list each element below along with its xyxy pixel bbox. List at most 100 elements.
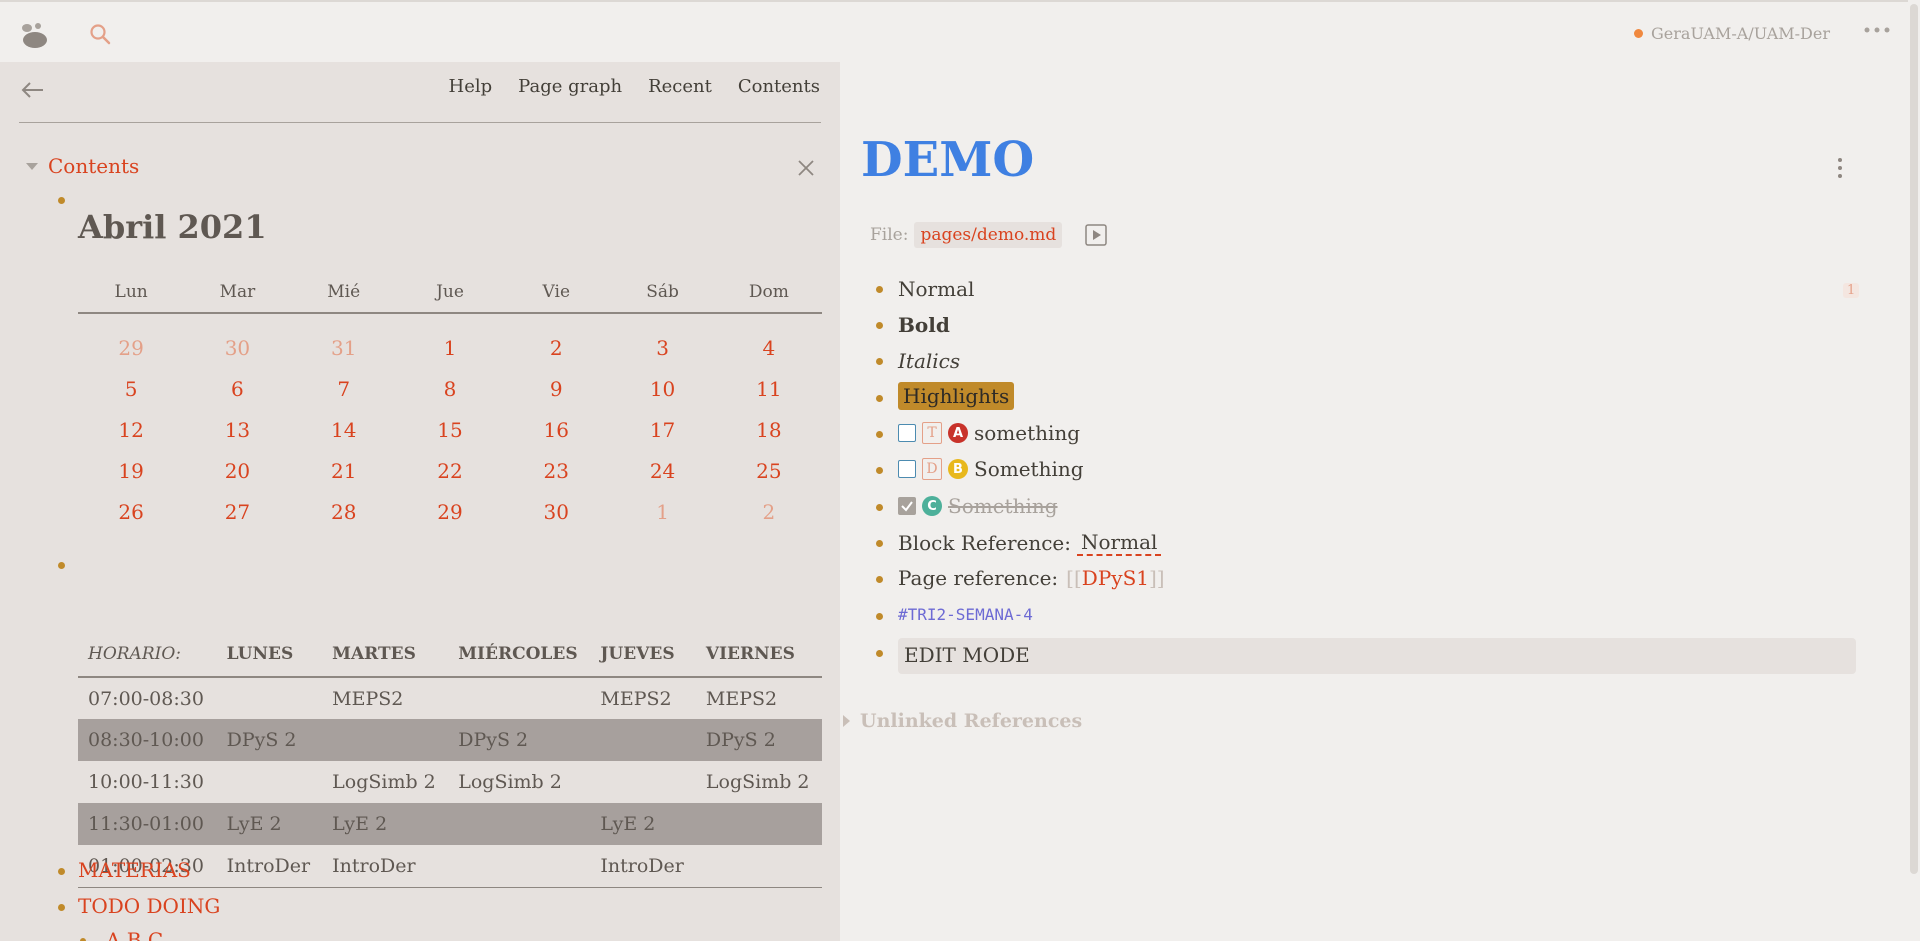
priority-b-badge[interactable]: B (948, 459, 968, 479)
block-bullet[interactable] (876, 650, 883, 657)
calendar-day[interactable]: 2 (716, 492, 822, 533)
link-abc[interactable]: A B C (106, 928, 163, 941)
right-sidebar: Help Page graph Recent Contents Contents… (0, 62, 840, 941)
calendar-day[interactable]: 22 (397, 451, 503, 492)
unlinked-references-toggle[interactable]: Unlinked References (843, 710, 1082, 732)
page-more-icon[interactable] (1836, 156, 1844, 180)
file-path-link[interactable]: pages/demo.md (914, 222, 1063, 248)
done-checkbox[interactable] (898, 497, 916, 515)
calendar-day[interactable]: 26 (78, 492, 184, 533)
todo-marker[interactable]: T (922, 422, 942, 444)
block-bold[interactable]: Bold (898, 313, 950, 337)
calendar-day[interactable]: 28 (291, 492, 397, 533)
nav-recent[interactable]: Recent (648, 76, 712, 97)
block-bullet[interactable] (876, 540, 883, 547)
calendar-day[interactable]: 12 (78, 410, 184, 451)
calendar-day[interactable]: 3 (609, 328, 715, 369)
contents-header[interactable]: Contents (26, 154, 139, 178)
block-bullet[interactable] (876, 395, 883, 402)
tag-link[interactable]: #TRI2-SEMANA-4 (898, 605, 1033, 624)
calendar-day[interactable]: 6 (184, 369, 290, 410)
calendar-day[interactable]: 30 (184, 328, 290, 369)
page-ref-link[interactable]: DPyS1 (1082, 566, 1149, 590)
priority-c-badge[interactable]: C (922, 496, 942, 516)
search-icon[interactable] (88, 22, 114, 48)
calendar-day[interactable]: 27 (184, 492, 290, 533)
calendar-day[interactable]: 1 (397, 328, 503, 369)
nav-page-graph[interactable]: Page graph (518, 76, 622, 97)
nav-contents[interactable]: Contents (738, 76, 820, 97)
block-page-reference[interactable]: Page reference: [[ DPyS1 ]] (898, 566, 1165, 590)
block-bullet[interactable] (58, 868, 65, 875)
calendar-day[interactable]: 13 (184, 410, 290, 451)
block-bullet[interactable] (876, 576, 883, 583)
todo-checkbox[interactable] (898, 460, 916, 478)
block-doing-b[interactable]: D B Something (898, 457, 1084, 481)
calendar-day[interactable]: 9 (503, 369, 609, 410)
block-bullet[interactable] (876, 467, 883, 474)
link-todo-doing[interactable]: TODO DOING (78, 894, 220, 918)
calendar-day[interactable]: 1 (609, 492, 715, 533)
calendar-day[interactable]: 15 (397, 410, 503, 451)
calendar-day[interactable]: 30 (503, 492, 609, 533)
link-materias[interactable]: MATERIAS (78, 858, 191, 882)
block-bullet[interactable] (876, 431, 883, 438)
calendar-day[interactable]: 5 (78, 369, 184, 410)
calendar-day[interactable]: 25 (716, 451, 822, 492)
calendar-day[interactable]: 10 (609, 369, 715, 410)
calendar-day[interactable]: 23 (503, 451, 609, 492)
back-arrow-icon[interactable] (20, 80, 46, 100)
calendar-day[interactable]: 2 (503, 328, 609, 369)
page-title[interactable]: DEMO (861, 132, 1034, 188)
block-block-reference[interactable]: Block Reference: Normal (898, 530, 1162, 556)
close-icon[interactable] (796, 158, 816, 178)
expand-triangle-icon[interactable] (843, 715, 850, 727)
calendar-day[interactable]: 17 (609, 410, 715, 451)
block-bullet[interactable] (58, 562, 65, 569)
block-bullet[interactable] (876, 286, 883, 293)
block-bullet[interactable] (58, 904, 65, 911)
nav-help[interactable]: Help (449, 76, 493, 97)
calendar-day[interactable]: 29 (78, 328, 184, 369)
block-bullet[interactable] (876, 358, 883, 365)
play-icon[interactable] (1084, 223, 1108, 247)
calendar-day[interactable]: 14 (291, 410, 397, 451)
calendar-day[interactable]: 18 (716, 410, 822, 451)
block-bullet[interactable] (876, 504, 883, 511)
logseq-logo-icon[interactable] (18, 20, 52, 50)
block-todo-a[interactable]: T A something (898, 421, 1080, 445)
calendar-day[interactable]: 7 (291, 369, 397, 410)
repo-indicator[interactable]: GeraUAM-A/UAM-Der (1634, 24, 1830, 43)
collapse-triangle-icon[interactable] (26, 162, 38, 170)
block-normal[interactable]: Normal (898, 277, 974, 301)
calendar-day[interactable]: 19 (78, 451, 184, 492)
calendar-day[interactable]: 11 (716, 369, 822, 410)
schedule-row: 11:30-01:00 LyE 2 LyE 2 LyE 2 (78, 803, 822, 845)
reference-count-badge[interactable]: 1 (1843, 283, 1860, 298)
block-done-c[interactable]: C Something (898, 494, 1058, 518)
scrollbar[interactable] (1908, 0, 1920, 941)
todo-checkbox[interactable] (898, 424, 916, 442)
more-icon[interactable] (1862, 20, 1892, 40)
calendar-day[interactable]: 16 (503, 410, 609, 451)
block-italics[interactable]: Italics (898, 349, 960, 373)
scrollbar-thumb[interactable] (1910, 4, 1918, 874)
calendar-day[interactable]: 21 (291, 451, 397, 492)
priority-a-badge[interactable]: A (948, 423, 968, 443)
contents-title[interactable]: Contents (48, 154, 139, 178)
block-tag[interactable]: #TRI2-SEMANA-4 (898, 605, 1033, 624)
calendar-day[interactable]: 31 (291, 328, 397, 369)
calendar-day[interactable]: 29 (397, 492, 503, 533)
doing-marker[interactable]: D (922, 458, 942, 480)
block-highlights[interactable]: Highlights (898, 382, 1015, 410)
calendar-day[interactable]: 4 (716, 328, 822, 369)
calendar-day[interactable]: 8 (397, 369, 503, 410)
calendar-day[interactable]: 20 (184, 451, 290, 492)
block-bullet[interactable] (876, 322, 883, 329)
block-bullet[interactable] (58, 197, 65, 204)
unlinked-references-label[interactable]: Unlinked References (860, 710, 1082, 732)
block-bullet[interactable] (876, 613, 883, 620)
calendar-day[interactable]: 24 (609, 451, 715, 492)
block-editor-textarea[interactable]: EDIT MODE (898, 638, 1856, 674)
block-ref-link[interactable]: Normal (1077, 530, 1162, 556)
